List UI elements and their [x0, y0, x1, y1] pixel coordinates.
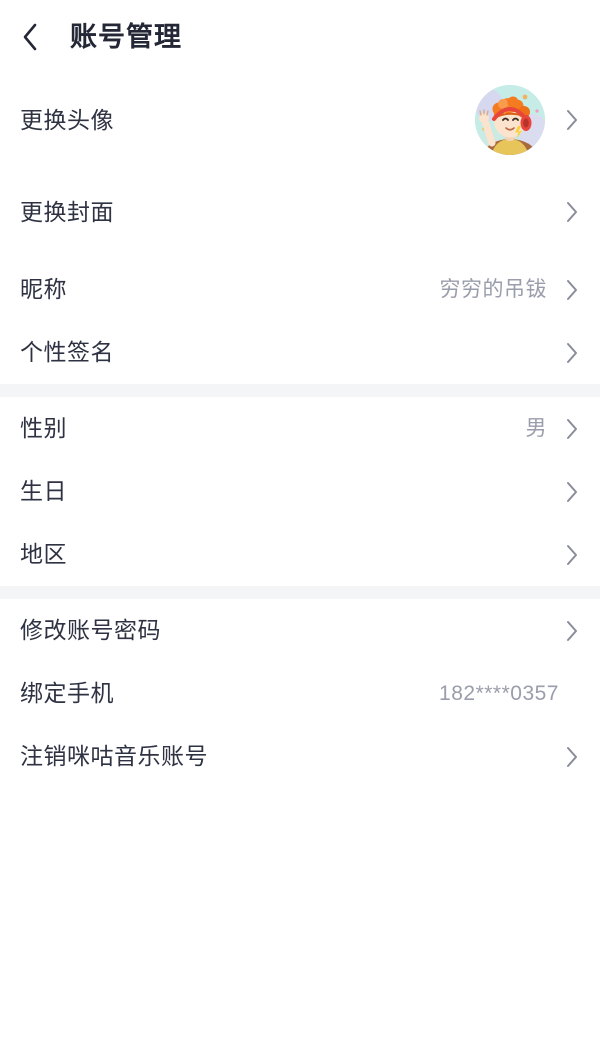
page-title: 账号管理 — [70, 21, 182, 52]
section-profile: 更换头像 更换封面 昵称 穷穷的吊钹 个性签名 — [0, 74, 600, 384]
chevron-right-icon — [563, 107, 581, 133]
row-value-phone: 182****0357 — [439, 682, 559, 705]
section-personal-info: 性别 男 生日 地区 — [0, 397, 600, 586]
chevron-right-icon — [563, 340, 581, 366]
chevron-left-icon — [20, 21, 40, 53]
row-label: 修改账号密码 — [20, 617, 161, 643]
avatar[interactable] — [475, 85, 545, 155]
row-bound-phone[interactable]: 绑定手机 182****0357 — [0, 662, 600, 725]
chevron-right-icon — [563, 542, 581, 568]
row-gender[interactable]: 性别 男 — [0, 397, 600, 460]
row-change-cover[interactable]: 更换封面 — [0, 166, 600, 258]
row-label: 注销咪咕音乐账号 — [20, 743, 208, 769]
back-button[interactable] — [20, 17, 54, 57]
row-change-avatar[interactable]: 更换头像 — [0, 74, 600, 166]
row-label: 更换封面 — [20, 198, 114, 225]
row-label: 绑定手机 — [20, 680, 114, 706]
row-nickname[interactable]: 昵称 穷穷的吊钹 — [0, 258, 600, 321]
row-label: 生日 — [20, 478, 67, 504]
row-birthday[interactable]: 生日 — [0, 460, 600, 523]
section-account-security: 修改账号密码 绑定手机 182****0357 注销咪咕音乐账号 — [0, 599, 600, 788]
section-divider — [0, 586, 600, 599]
chevron-right-icon — [563, 416, 581, 442]
section-divider — [0, 384, 600, 397]
chevron-right-icon — [563, 277, 581, 303]
row-value-gender: 男 — [525, 417, 547, 440]
chevron-right-icon — [563, 479, 581, 505]
chevron-right-icon — [563, 199, 581, 225]
row-label: 更换头像 — [20, 106, 114, 133]
row-signature[interactable]: 个性签名 — [0, 321, 600, 384]
account-management-screen: 账号管理 更换头像 更换封面 昵称 穷穷的吊钹 个性签名 性别 男 生日 地区 … — [0, 0, 600, 1039]
header-bar: 账号管理 — [0, 0, 600, 74]
row-delete-account[interactable]: 注销咪咕音乐账号 — [0, 725, 600, 788]
row-label: 个性签名 — [20, 339, 114, 365]
row-change-password[interactable]: 修改账号密码 — [0, 599, 600, 662]
chevron-right-icon — [563, 744, 581, 770]
row-label: 昵称 — [20, 276, 67, 302]
empty-area — [0, 788, 600, 1039]
row-value-nickname: 穷穷的吊钹 — [439, 278, 547, 301]
row-label: 性别 — [20, 415, 67, 441]
row-region[interactable]: 地区 — [0, 523, 600, 586]
row-label: 地区 — [20, 541, 67, 567]
chevron-right-icon — [563, 618, 581, 644]
